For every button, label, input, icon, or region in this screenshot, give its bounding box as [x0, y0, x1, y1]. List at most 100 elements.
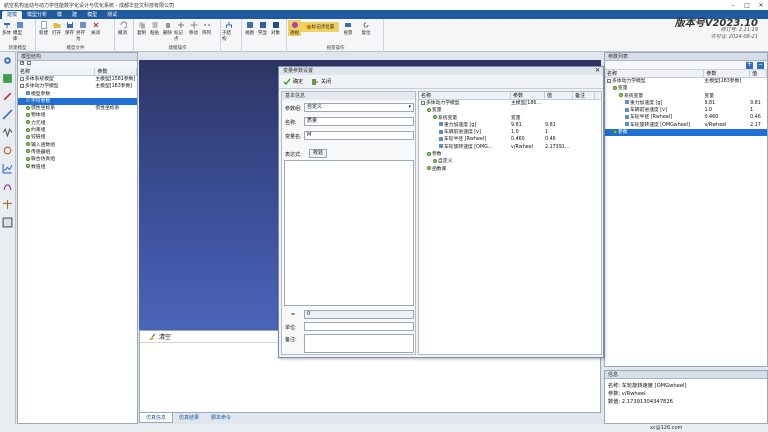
tree-row[interactable]: - 多体动力学模型 主模型[186... [419, 100, 601, 107]
unit-input[interactable] [304, 322, 414, 331]
tree-row[interactable]: 车轮半径 [Rwheel] 0.460 0.46 [605, 114, 767, 121]
undo-button[interactable]: 撤消 [116, 20, 129, 36]
column-param[interactable]: 参数 [511, 92, 545, 99]
column-param[interactable]: 参数 [95, 68, 137, 75]
tree-row[interactable]: 力元组 [18, 120, 137, 127]
tree-row[interactable]: 函数库 [419, 166, 601, 173]
maximize-button[interactable]: □ [740, 2, 754, 9]
tree-row[interactable]: 约束组 [18, 127, 137, 134]
menu-tab-test[interactable]: 测试 [102, 11, 122, 19]
delete-button[interactable]: 删除 [161, 20, 174, 42]
expand-all-icon[interactable]: + [20, 61, 24, 65]
menu-tab-5[interactable]: 模型 [82, 11, 102, 19]
spring-icon[interactable] [2, 127, 13, 138]
tree-row[interactable]: 重力加速度 [g] 9.81 9.81 [419, 122, 601, 129]
tree-row[interactable]: 车轮半径 [Rwheel] 0.460 0.46 [419, 136, 601, 143]
paste-button[interactable]: 粘贴 [148, 20, 161, 42]
minimize-button[interactable]: – [726, 2, 740, 9]
move-button[interactable]: 移动 [187, 20, 200, 42]
object-button[interactable]: 对象 [269, 20, 282, 36]
tree-row[interactable]: 车辆前进速度 [v] 1.0 1 [605, 107, 767, 114]
column-value[interactable]: 值 [750, 70, 767, 77]
column-name[interactable]: 名称 [605, 70, 705, 77]
balance-icon[interactable] [2, 199, 13, 210]
dialog-close-icon[interactable]: ✕ [595, 67, 600, 75]
array-button[interactable]: 阵列 [200, 20, 213, 42]
tree-row[interactable]: 系统变量 变量 [419, 115, 601, 122]
tree-row[interactable]: 重力加速度 [g] 9.81 9.81 [605, 100, 767, 107]
tree-row[interactable]: 车辆前进速度 [v] 1.0 1 [419, 129, 601, 136]
save-button[interactable]: 保存 [63, 20, 76, 42]
sensor-icon[interactable] [2, 145, 13, 156]
copy-button[interactable]: 复制 [135, 20, 148, 42]
close-window-button[interactable]: ✕ [754, 2, 768, 9]
remark-input[interactable] [304, 334, 414, 353]
tree-row[interactable]: 输入函数组 [18, 142, 137, 149]
marker-button[interactable]: 标记点 [174, 20, 187, 42]
variable-name-input[interactable]: M [304, 131, 414, 140]
joint-icon[interactable] [2, 91, 13, 102]
tree-row[interactable]: - 多体系统模型 主模型[1581参数] [18, 76, 137, 83]
tree-row[interactable]: 数值组 [18, 164, 137, 171]
tree-row[interactable]: - 多体动力学模型 主模型[183参数] [605, 78, 767, 85]
param-group-select[interactable]: 自定义 ▾ [304, 103, 414, 112]
body-icon[interactable] [2, 73, 13, 84]
tree-row[interactable]: 参数 [419, 151, 601, 158]
menu-tab-modeling[interactable]: 建模 [2, 11, 23, 19]
marker-position-button[interactable]: 标记点位置 [301, 22, 339, 32]
tree-row[interactable]: 车轮旋转速度 [OMG... v/Rwheel 2.17391... [419, 144, 601, 151]
save-as-button[interactable]: 另存为 [76, 20, 89, 42]
menu-tab-3[interactable]: 模 [52, 11, 67, 19]
tree-row[interactable]: 字符参数 [18, 97, 137, 106]
confirm-button[interactable]: 确定 [283, 78, 303, 86]
expand-toggle-icon[interactable]: - [607, 78, 611, 83]
collapse-all-icon[interactable]: - [27, 61, 31, 65]
expression-textarea[interactable] [284, 160, 414, 306]
column-note[interactable]: 备注 [573, 92, 595, 99]
force-icon[interactable] [2, 109, 13, 120]
multibody-button[interactable]: 多体 [0, 20, 13, 42]
perspective-button[interactable]: 透视 [288, 20, 301, 36]
new-button[interactable]: 新建 [37, 20, 50, 42]
add-parameter-icon[interactable]: + [746, 62, 753, 69]
tab-simulation-results[interactable]: 仿真结果 [173, 413, 205, 423]
tree-row[interactable]: 车轮旋转速度 [OMGwheel] v/Rwheel 2.17 [605, 122, 767, 129]
expand-toggle-icon[interactable]: - [20, 76, 24, 81]
tab-simulation-info[interactable]: 仿真信息 [139, 413, 174, 423]
column-value[interactable]: 值 [545, 92, 573, 99]
menu-tab-analysis[interactable]: 模型分析 [22, 11, 52, 19]
reset-button[interactable]: 复位 [357, 20, 375, 36]
tree-row[interactable]: 自定义 [419, 158, 601, 165]
tree-row[interactable]: 惯性坐标系 惯性坐标系 [18, 105, 137, 112]
tree-row[interactable]: 系统变量 变量 [605, 93, 767, 100]
view-button[interactable]: 视图 [243, 20, 256, 36]
open-button[interactable]: 打开 [50, 20, 63, 42]
column-name[interactable]: 名称 [419, 92, 511, 99]
name-input[interactable]: 质量 [304, 117, 414, 126]
expand-toggle-icon[interactable]: - [421, 100, 425, 105]
tree-row[interactable]: - 多体动力学模型 主模型[183参数] [18, 83, 137, 90]
gear-icon[interactable] [2, 55, 13, 66]
highlight-button[interactable]: 突显 [256, 20, 269, 36]
tree-row[interactable]: 模型参数 [18, 91, 137, 98]
chart-icon[interactable] [2, 163, 13, 174]
expand-toggle-icon[interactable]: - [20, 83, 24, 88]
remove-parameter-icon[interactable]: − [757, 62, 764, 69]
tree-row[interactable]: 联合仿真组 [18, 156, 137, 163]
tab-script-commands[interactable]: 脚本命令 [205, 413, 237, 423]
tree-row[interactable]: 参数 [605, 129, 767, 137]
table-icon[interactable] [2, 217, 13, 228]
tree-row[interactable]: 传感器组 [18, 149, 137, 156]
dialog-close-button[interactable]: 关闭 [311, 78, 331, 86]
tree-row[interactable]: 变量 [419, 107, 601, 114]
substructure-button[interactable]: 子结构 [222, 20, 235, 42]
check-button[interactable]: 校验 [309, 149, 327, 158]
tree-row[interactable]: 铰链组 [18, 134, 137, 141]
close-file-button[interactable]: 关闭 [89, 20, 102, 42]
tree-row[interactable]: 变量 [605, 85, 767, 92]
function-icon[interactable] [2, 181, 13, 192]
scene-button[interactable]: 视景 [339, 20, 357, 36]
menu-tab-4[interactable]: 建 [67, 11, 82, 19]
model-library-button[interactable]: 模型库 [13, 20, 26, 42]
tree-row[interactable]: 物体组 [18, 112, 137, 119]
